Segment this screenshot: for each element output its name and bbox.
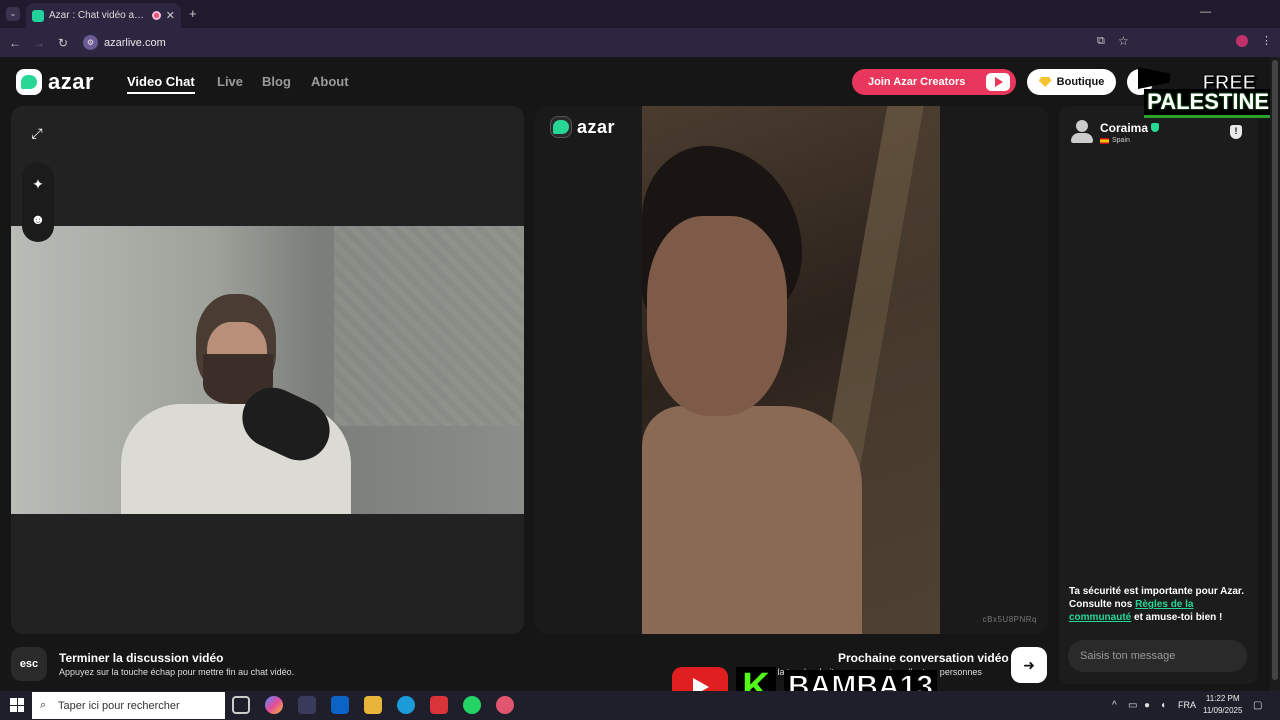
browser-tab-bar: ⌄ Azar : Chat vidéo avec de n ✕ + — xyxy=(0,0,1280,28)
free-palestine-overlay: FREE PALESTINE xyxy=(1130,72,1272,128)
site-info-icon[interactable]: ⚙ xyxy=(83,35,98,50)
azar-logo[interactable]: azar xyxy=(16,69,94,95)
browser-tab-active[interactable]: Azar : Chat vidéo avec de n ✕ xyxy=(26,3,181,28)
join-creators-button[interactable]: Join Azar Creators xyxy=(852,69,1016,95)
clock[interactable]: 11:22 PM 11/09/2025 xyxy=(1203,693,1242,717)
azar-logo-icon xyxy=(550,116,572,138)
back-arrow-icon[interactable]: ← xyxy=(3,36,27,50)
profile-avatar[interactable] xyxy=(1236,35,1248,47)
app-icon[interactable] xyxy=(430,696,448,714)
boutique-button[interactable]: Boutique xyxy=(1027,69,1116,95)
clock-date: 11/09/2025 xyxy=(1203,706,1243,715)
new-tab-button[interactable]: + xyxy=(189,6,197,21)
azar-site: azar Video Chat Live Blog About Join Aza… xyxy=(0,57,1272,691)
next-chat-button[interactable]: ➜ xyxy=(1011,647,1047,683)
safety-text-2: et amuse-toi bien ! xyxy=(1131,612,1223,623)
end-chat-title: Terminer la discussion vidéo xyxy=(59,651,224,665)
browser-menu-icon[interactable]: ⋮ xyxy=(1261,34,1272,47)
next-chat-title: Prochaine conversation vidéo xyxy=(838,651,1009,665)
network-icon[interactable]: ▭ xyxy=(1128,700,1137,711)
notifications-icon[interactable]: ▢ xyxy=(1253,700,1262,711)
chrome-icon[interactable] xyxy=(496,696,514,714)
reload-icon[interactable]: ↻ xyxy=(51,36,75,50)
peer-avatar-icon xyxy=(1071,120,1093,144)
tray-chevron-icon[interactable]: ^ xyxy=(1112,700,1117,711)
gem-icon xyxy=(1038,77,1052,87)
end-chat-esc-button[interactable]: esc xyxy=(11,647,47,681)
tab-list-button[interactable]: ⌄ xyxy=(6,7,20,21)
forward-arrow-icon[interactable]: → xyxy=(27,36,51,50)
video-watermark-logo: azar xyxy=(550,116,615,138)
peer-video-feed xyxy=(642,106,940,634)
face-filter-icon[interactable]: ☻ xyxy=(25,206,51,232)
peer-video-panel: azar cBx5U8PNRq xyxy=(535,106,1048,634)
volume-icon[interactable]: ◖ xyxy=(1160,700,1166,711)
clock-time: 11:22 PM xyxy=(1205,694,1240,703)
nav-about[interactable]: About xyxy=(311,74,349,89)
self-video-feed xyxy=(11,226,524,514)
peer-country-text: Spain xyxy=(1112,137,1130,144)
file-explorer-icon[interactable] xyxy=(364,696,382,714)
arrow-right-icon: ➜ xyxy=(1023,656,1035,673)
sparkle-effects-icon[interactable]: ✦ xyxy=(25,171,51,197)
self-video-panel: ⤢ ✦ ☻ xyxy=(11,106,524,634)
peer-country: Spain xyxy=(1100,137,1130,144)
peer-id: cBx5U8PNRq xyxy=(982,615,1037,624)
nav-blog[interactable]: Blog xyxy=(262,74,291,89)
edge-icon[interactable] xyxy=(397,696,415,714)
chat-panel: Coraima Spain ! Ta sécurité est importan… xyxy=(1059,106,1258,684)
windows-start-icon[interactable] xyxy=(10,698,24,712)
url-text: azarlive.com xyxy=(104,36,166,49)
minimize-window-button[interactable]: — xyxy=(1200,6,1211,18)
expand-icon[interactable]: ⤢ xyxy=(24,120,50,146)
windows-taskbar: ⌕ Taper ici pour rechercher ^ ▭ ● ◖ FRA … xyxy=(0,691,1280,720)
close-tab-icon[interactable]: ✕ xyxy=(166,9,175,22)
recording-icon xyxy=(151,11,161,20)
message-input[interactable] xyxy=(1068,640,1247,672)
play-icon xyxy=(986,73,1010,91)
azar-favicon-icon xyxy=(32,9,44,22)
install-app-icon[interactable]: ⧉ xyxy=(1097,35,1105,48)
language-indicator[interactable]: FRA xyxy=(1178,700,1196,710)
nav-video-chat[interactable]: Video Chat xyxy=(127,74,195,94)
overlay-line-2: PALESTINE xyxy=(1144,89,1272,118)
boutique-label: Boutique xyxy=(1056,76,1105,88)
watermark-text: azar xyxy=(577,116,616,137)
streamer-figure xyxy=(111,294,371,514)
whatsapp-icon[interactable] xyxy=(463,696,481,714)
logo-text: azar xyxy=(48,69,95,94)
join-creators-label: Join Azar Creators xyxy=(868,76,966,88)
search-icon: ⌕ xyxy=(40,699,47,711)
store-icon[interactable] xyxy=(298,696,316,714)
taskbar-search[interactable]: ⌕ Taper ici pour rechercher xyxy=(32,692,225,719)
safety-notice: Ta sécurité est importante pour Azar. Co… xyxy=(1069,585,1254,624)
microphone-tray-icon[interactable]: ● xyxy=(1144,700,1150,711)
scrollbar-thumb[interactable] xyxy=(1272,60,1278,680)
bookmark-star-icon[interactable]: ☆ xyxy=(1118,34,1129,48)
url-field[interactable]: ⚙ azarlive.com xyxy=(83,35,166,50)
nav-live[interactable]: Live xyxy=(217,74,243,89)
task-view-icon[interactable] xyxy=(232,696,250,714)
outlook-icon[interactable] xyxy=(331,696,349,714)
effects-toolbar: ✦ ☻ xyxy=(22,162,54,242)
browser-address-bar: ← → ↻ ⚙ azarlive.com ⧉ ☆ ⋮ xyxy=(0,28,1280,57)
tab-title: Azar : Chat vidéo avec de n xyxy=(49,10,147,21)
taskbar-search-text: Taper ici pour rechercher xyxy=(58,699,180,712)
end-chat-hint: Appuyez sur la touche échap pour mettre … xyxy=(59,667,295,677)
spain-flag-icon xyxy=(1100,137,1109,144)
azar-logo-icon xyxy=(16,69,42,95)
copilot-icon[interactable] xyxy=(265,696,283,714)
